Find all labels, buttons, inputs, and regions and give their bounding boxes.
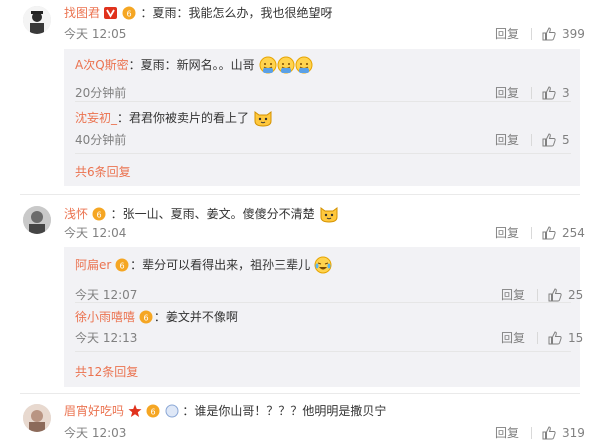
username-link[interactable]: 浅怀	[64, 207, 88, 221]
moon-badge-icon	[165, 404, 179, 422]
vip-badge-icon: 6	[146, 404, 161, 422]
comment-line: 浅怀 6 ：张一山、夏雨、姜文。傻傻分不清楚	[64, 205, 338, 225]
svg-text:6: 6	[143, 314, 148, 323]
comment-line: 眉宵好吃吗 6 ：谁是你山哥！？？？他明明是撒贝宁	[64, 403, 386, 422]
reply-time: 今天 12:07	[75, 288, 138, 302]
reply-actions: 回复 5	[495, 133, 570, 150]
comment-item: 眉宵好吃吗 6 ：谁是你山哥！？？？他明明是撒贝宁 今天 12:03 回复 319	[0, 396, 593, 446]
avatar[interactable]	[23, 404, 51, 432]
reply-line: A次Q斯密：夏雨：新网名。。山哥	[75, 56, 313, 74]
svg-text:6: 6	[126, 10, 131, 19]
svg-text:6: 6	[96, 211, 101, 220]
reply-button[interactable]: 回复	[495, 226, 519, 240]
reply-button[interactable]: 回复	[495, 133, 519, 147]
username-link[interactable]: 眉宵好吃吗	[64, 404, 124, 418]
cat-emoji-icon	[253, 109, 272, 127]
username-link[interactable]: 沈妄初_	[75, 111, 117, 125]
cat-emoji-icon	[319, 205, 338, 223]
reply-text: ：姜文并不像啊	[153, 310, 238, 324]
comment-actions: 回复 319	[495, 426, 585, 443]
smile-emoji-icon	[295, 56, 313, 74]
like-count: 3	[562, 86, 570, 100]
comment-text: ：谁是你山哥！？？？他明明是撒贝宁	[182, 404, 387, 418]
username-link[interactable]: 找图君	[64, 6, 100, 20]
comment-item: 浅怀 6 ：张一山、夏雨、姜文。傻傻分不清楚 今天 12:04 回复 254 阿扁…	[0, 199, 593, 389]
reply-text: ：君君你被卖片的看上了	[117, 111, 250, 125]
vip-badge-icon: 6	[115, 258, 130, 276]
vip-badge-icon: 6	[92, 207, 107, 225]
comment-text: ：张一山、夏雨、姜文。傻傻分不清楚	[110, 207, 315, 221]
action-divider	[537, 332, 539, 344]
action-divider	[531, 87, 533, 99]
action-divider	[531, 227, 533, 239]
username-link[interactable]: 阿扁er	[75, 258, 111, 272]
action-divider	[531, 28, 533, 40]
reply-list: 阿扁er 6 ：辈分可以看得出来，祖孙三辈儿 今天 12:07 回复 25 徐小雨嘻…	[64, 247, 584, 387]
like-count: 319	[562, 426, 585, 440]
vip-badge-icon: 6	[122, 6, 137, 24]
smile-emoji-icon	[277, 56, 295, 74]
comment-divider	[20, 393, 580, 394]
reply-button[interactable]: 回复	[495, 86, 519, 100]
reply-button[interactable]: 回复	[501, 288, 525, 302]
reply-line: 徐小雨嘻嘻 6 ：姜文并不像啊	[75, 309, 238, 328]
more-replies-link[interactable]: 共6条回复	[75, 163, 131, 180]
reply-divider	[75, 153, 571, 154]
reply-button[interactable]: 回复	[501, 331, 525, 345]
comment-actions: 回复 399	[495, 27, 585, 44]
comment-time: 今天 12:04	[64, 226, 127, 240]
reply-button[interactable]: 回复	[495, 426, 519, 440]
more-replies-link[interactable]: 共12条回复	[75, 363, 138, 380]
reply-divider	[75, 101, 571, 102]
reply-text: ：夏雨：新网名。。山哥	[128, 58, 255, 72]
username-link[interactable]: 徐小雨嘻嘻	[75, 310, 135, 324]
comment-time: 今天 12:05	[64, 27, 127, 41]
thumbs-up-icon[interactable]	[542, 426, 556, 443]
action-divider	[537, 289, 539, 301]
laugh-cry-emoji-icon	[314, 256, 332, 274]
action-divider	[531, 134, 533, 146]
smile-emoji-icon	[259, 56, 277, 74]
username-link[interactable]: A次Q斯密	[75, 58, 129, 72]
avatar[interactable]	[23, 206, 51, 234]
reply-divider	[75, 351, 571, 352]
avatar[interactable]	[23, 6, 51, 34]
thumbs-up-icon[interactable]	[548, 331, 562, 348]
reply-time: 20分钟前	[75, 86, 127, 100]
comment-item: 找图君 6 ：夏雨：我能怎么办，我也很绝望呀 今天 12:05 回复 399 A次…	[0, 0, 593, 186]
verified-badge-icon	[103, 6, 118, 24]
reply-text: ：辈分可以看得出来，祖孙三辈儿	[130, 258, 311, 272]
like-count: 5	[562, 133, 570, 147]
comment-line: 找图君 6 ：夏雨：我能怎么办，我也很绝望呀	[64, 5, 333, 24]
star-badge-icon	[128, 404, 142, 422]
thumbs-up-icon[interactable]	[542, 226, 556, 243]
reply-time: 40分钟前	[75, 133, 127, 147]
like-count: 254	[562, 226, 585, 240]
action-divider	[531, 427, 533, 439]
reply-line: 阿扁er 6 ：辈分可以看得出来，祖孙三辈儿	[75, 256, 332, 276]
svg-text:6: 6	[150, 408, 155, 417]
thumbs-up-icon[interactable]	[542, 27, 556, 44]
reply-actions: 回复 15	[501, 331, 583, 348]
comment-time: 今天 12:03	[64, 426, 127, 440]
svg-text:6: 6	[120, 262, 125, 271]
thumbs-up-icon[interactable]	[542, 133, 556, 150]
reply-divider	[75, 302, 571, 303]
comment-divider	[20, 194, 580, 195]
like-count: 25	[568, 288, 584, 302]
reply-time: 今天 12:13	[75, 331, 138, 345]
comment-actions: 回复 254	[495, 226, 585, 243]
reply-list: A次Q斯密：夏雨：新网名。。山哥 20分钟前 回复 3 沈妄初_：君君你被卖片的看…	[64, 49, 580, 186]
like-count: 15	[568, 331, 584, 345]
like-count: 399	[562, 27, 585, 41]
reply-button[interactable]: 回复	[495, 27, 519, 41]
reply-line: 沈妄初_：君君你被卖片的看上了	[75, 109, 272, 127]
comment-text: ：夏雨：我能怎么办，我也很绝望呀	[140, 6, 333, 20]
vip-badge-icon: 6	[139, 310, 154, 328]
